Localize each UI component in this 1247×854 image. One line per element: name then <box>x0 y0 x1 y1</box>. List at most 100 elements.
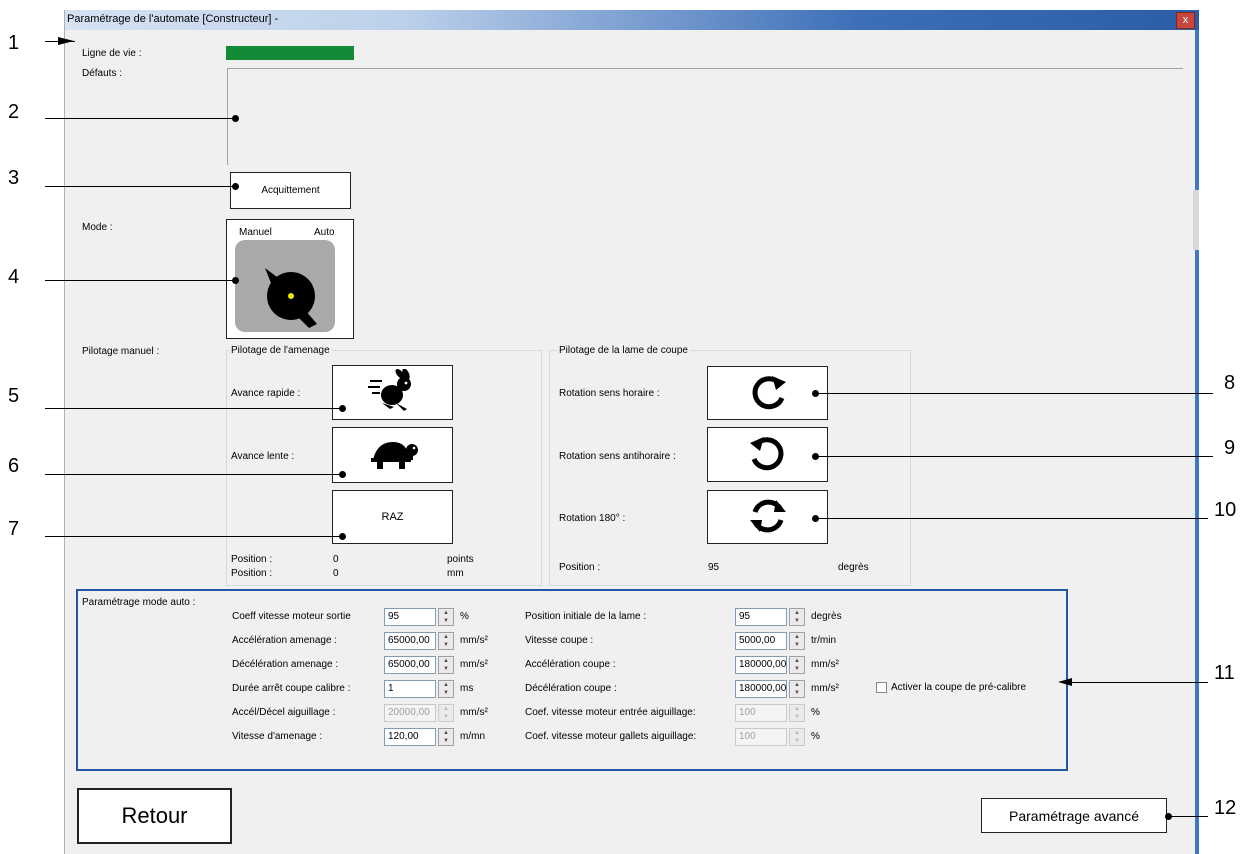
callout-12-line <box>1172 816 1208 817</box>
right-spinner-2[interactable]: 180000,00 ▲ ▼ <box>735 656 805 674</box>
left-input-1[interactable]: 65000,00 <box>384 632 436 650</box>
right-input-0[interactable]: 95 <box>735 608 787 626</box>
callout-11-arrow <box>1058 678 1072 686</box>
callout-10-dot <box>812 515 819 522</box>
right-label-2: Accélération coupe : <box>525 659 616 670</box>
left-input-2[interactable]: 65000,00 <box>384 656 436 674</box>
close-icon: x <box>1182 14 1189 26</box>
fast-feed-label: Avance rapide : <box>231 388 301 399</box>
callout-4: 4 <box>8 266 20 288</box>
left-unit-1: mm/s² <box>460 635 488 646</box>
slow-feed-label: Avance lente : <box>231 451 295 462</box>
right-label-0: Position initiale de la lame : <box>525 611 647 622</box>
blade-control-title: Pilotage de la lame de coupe <box>557 345 690 356</box>
spinner-arrows-icon[interactable]: ▲ ▼ <box>438 608 454 626</box>
left-spinner-3[interactable]: 1 ▲ ▼ <box>384 680 454 698</box>
precut-checkbox-label: Activer la coupe de pré-calibre <box>891 682 1027 693</box>
left-label-0: Coeff vitesse moteur sortie <box>232 611 351 622</box>
rotate-counterclockwise-icon <box>748 433 788 476</box>
left-label-5: Vitesse d'amenage : <box>232 731 323 742</box>
right-input-3[interactable]: 180000,00 <box>735 680 787 698</box>
right-spinner-4: 100 ▲ ▼ <box>735 704 805 722</box>
back-label: Retour <box>121 803 188 828</box>
reset-button[interactable]: RAZ <box>332 490 453 544</box>
spinner-arrows-icon[interactable]: ▲ ▼ <box>789 680 805 698</box>
callout-6-line <box>45 474 342 475</box>
left-spinner-4: 20000,00 ▲ ▼ <box>384 704 454 722</box>
left-spinner-5[interactable]: 120,00 ▲ ▼ <box>384 728 454 746</box>
left-unit-5: m/mn <box>460 731 485 742</box>
spinner-arrows-icon[interactable]: ▲ ▼ <box>438 680 454 698</box>
scrollbar-thumb[interactable] <box>1193 190 1199 250</box>
rotate-cw-label: Rotation sens horaire : <box>559 388 660 399</box>
rotate-180-button[interactable] <box>707 490 828 544</box>
fast-feed-button[interactable] <box>332 365 453 420</box>
mode-auto-label: Auto <box>314 227 335 238</box>
callout-10-line <box>815 518 1208 519</box>
right-spinner-0[interactable]: 95 ▲ ▼ <box>735 608 805 626</box>
right-spinner-1[interactable]: 5000,00 ▲ ▼ <box>735 632 805 650</box>
left-label-1: Accélération amenage : <box>232 635 338 646</box>
callout-1: 1 <box>8 32 20 54</box>
left-input-5[interactable]: 120,00 <box>384 728 436 746</box>
callout-9-line <box>815 456 1213 457</box>
left-spinner-0[interactable]: 95 ▲ ▼ <box>384 608 454 626</box>
spinner-arrows-icon[interactable]: ▲ ▼ <box>789 656 805 674</box>
spinner-arrows-icon[interactable]: ▲ ▼ <box>438 632 454 650</box>
callout-4-line <box>45 280 235 281</box>
auto-params-label: Paramétrage mode auto : <box>82 597 196 608</box>
spinner-arrows-icon[interactable]: ▲ ▼ <box>789 608 805 626</box>
callout-5: 5 <box>8 385 20 407</box>
left-label-2: Décélération amenage : <box>232 659 339 670</box>
callout-7-line <box>45 536 342 537</box>
right-input-1[interactable]: 5000,00 <box>735 632 787 650</box>
callout-5-line <box>45 408 342 409</box>
spinner-arrows-icon[interactable]: ▲ ▼ <box>438 728 454 746</box>
feed-position-2-unit: mm <box>447 568 464 579</box>
callout-12-dot <box>1165 813 1172 820</box>
rotate-cw-button[interactable] <box>707 366 828 420</box>
advanced-settings-label: Paramétrage avancé <box>1009 807 1139 824</box>
callout-2-dot <box>232 115 239 122</box>
callout-7-dot <box>339 533 346 540</box>
right-unit-2: mm/s² <box>811 659 839 670</box>
mode-label: Mode : <box>82 222 113 233</box>
right-label-5: Coef. vitesse moteur gallets aiguillage: <box>525 731 697 742</box>
feed-position-2-value: 0 <box>333 568 339 579</box>
left-input-0[interactable]: 95 <box>384 608 436 626</box>
turtle-icon <box>367 436 419 475</box>
callout-11: 11 <box>1214 662 1235 684</box>
advanced-settings-button[interactable]: Paramétrage avancé <box>981 798 1167 833</box>
callout-6-dot <box>339 471 346 478</box>
spinner-arrows-icon[interactable]: ▲ ▼ <box>789 632 805 650</box>
right-input-2[interactable]: 180000,00 <box>735 656 787 674</box>
rotate-ccw-button[interactable] <box>707 427 828 482</box>
window-title: Paramétrage de l'automate [Constructeur]… <box>67 13 279 25</box>
faults-textbox[interactable] <box>227 68 1183 165</box>
precut-checkbox[interactable] <box>876 682 887 693</box>
left-unit-0: % <box>460 611 469 622</box>
close-button[interactable]: x <box>1176 12 1195 29</box>
left-input-4: 20000,00 <box>384 704 436 722</box>
rotate-ccw-label: Rotation sens antihoraire : <box>559 451 676 462</box>
mode-selector[interactable]: Manuel Auto <box>226 219 354 339</box>
callout-8: 8 <box>1224 372 1236 394</box>
right-spinner-3[interactable]: 180000,00 ▲ ▼ <box>735 680 805 698</box>
life-line-label: Ligne de vie : <box>82 48 142 59</box>
scrollbar[interactable] <box>1195 30 1199 854</box>
left-spinner-2[interactable]: 65000,00 ▲ ▼ <box>384 656 454 674</box>
callout-2: 2 <box>8 101 20 123</box>
blade-position-unit: degrès <box>838 562 869 573</box>
back-button[interactable]: Retour <box>77 788 232 844</box>
callout-3-dot <box>232 183 239 190</box>
mode-manual-label: Manuel <box>239 227 272 238</box>
slow-feed-button[interactable] <box>332 427 453 483</box>
left-spinner-1[interactable]: 65000,00 ▲ ▼ <box>384 632 454 650</box>
blade-position-value: 95 <box>708 562 720 573</box>
spinner-arrows-icon[interactable]: ▲ ▼ <box>438 656 454 674</box>
left-input-3[interactable]: 1 <box>384 680 436 698</box>
feed-position-1-value: 0 <box>333 554 339 565</box>
left-unit-4: mm/s² <box>460 707 488 718</box>
right-label-4: Coef. vitesse moteur entrée aiguillage: <box>525 707 696 718</box>
acknowledge-button[interactable]: Acquittement <box>230 172 351 209</box>
